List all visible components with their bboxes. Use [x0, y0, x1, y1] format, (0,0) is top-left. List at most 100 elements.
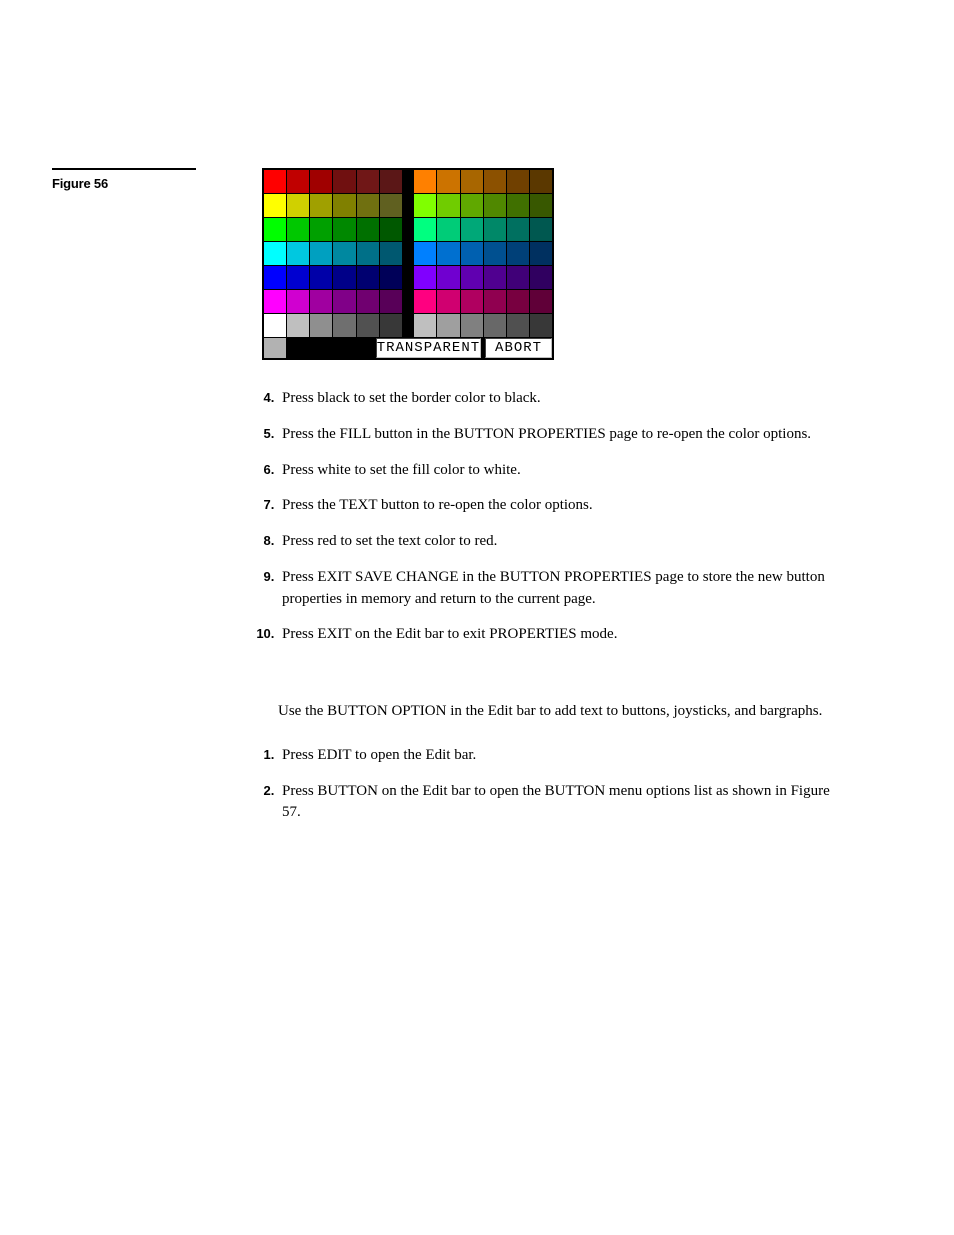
color-swatch[interactable] [461, 218, 484, 242]
abort-button[interactable]: ABORT [485, 338, 552, 358]
palette-corner-swatch[interactable] [264, 338, 287, 358]
color-swatch[interactable] [357, 194, 380, 218]
transparent-button[interactable]: TRANSPARENT [376, 338, 481, 358]
color-swatch[interactable] [507, 314, 530, 338]
color-swatch[interactable] [264, 314, 287, 338]
step-text: Press black to set the border color to b… [282, 390, 541, 406]
step-item: Press BUTTON on the Edit bar to open the… [278, 781, 848, 825]
color-swatch[interactable] [437, 290, 460, 314]
color-swatch[interactable] [264, 170, 287, 194]
color-swatch[interactable] [530, 290, 552, 314]
color-swatch[interactable] [264, 290, 287, 314]
color-swatch[interactable] [507, 242, 530, 266]
step-text: Press BUTTON on the Edit bar to open the… [282, 783, 830, 821]
color-swatch[interactable] [310, 242, 333, 266]
color-swatch[interactable] [414, 314, 437, 338]
color-swatch[interactable] [333, 170, 356, 194]
color-swatch[interactable] [310, 266, 333, 290]
color-swatch[interactable] [484, 170, 507, 194]
color-swatch[interactable] [437, 194, 460, 218]
color-swatch[interactable] [437, 218, 460, 242]
palette-gap [403, 266, 415, 289]
color-swatch[interactable] [414, 266, 437, 290]
color-swatch[interactable] [333, 266, 356, 290]
color-swatch[interactable] [530, 194, 552, 218]
color-swatch[interactable] [310, 170, 333, 194]
color-swatch[interactable] [357, 218, 380, 242]
color-swatch[interactable] [357, 266, 380, 290]
color-swatch[interactable] [461, 194, 484, 218]
color-swatch[interactable] [310, 290, 333, 314]
color-swatch[interactable] [484, 314, 507, 338]
color-swatch[interactable] [507, 218, 530, 242]
color-swatch[interactable] [437, 170, 460, 194]
color-swatch[interactable] [357, 314, 380, 338]
color-swatch[interactable] [437, 266, 460, 290]
color-swatch[interactable] [357, 242, 380, 266]
color-swatch[interactable] [310, 218, 333, 242]
color-swatch[interactable] [287, 218, 310, 242]
color-swatch[interactable] [484, 290, 507, 314]
color-swatch[interactable] [414, 290, 437, 314]
color-swatch[interactable] [287, 170, 310, 194]
color-swatch[interactable] [380, 266, 403, 290]
color-swatch[interactable] [414, 170, 437, 194]
color-swatch[interactable] [530, 170, 552, 194]
color-swatch[interactable] [357, 170, 380, 194]
color-swatch[interactable] [461, 266, 484, 290]
color-swatch[interactable] [333, 242, 356, 266]
color-swatch[interactable] [530, 242, 552, 266]
color-swatch[interactable] [264, 242, 287, 266]
color-swatch[interactable] [287, 290, 310, 314]
color-swatch[interactable] [461, 290, 484, 314]
color-swatch[interactable] [484, 218, 507, 242]
color-swatch[interactable] [357, 290, 380, 314]
color-swatch[interactable] [437, 314, 460, 338]
step-text: Press red to set the text color to red. [282, 533, 497, 549]
palette-gap [403, 290, 415, 313]
color-swatch[interactable] [437, 242, 460, 266]
color-swatch[interactable] [333, 218, 356, 242]
color-swatch[interactable] [530, 266, 552, 290]
color-swatch[interactable] [287, 194, 310, 218]
color-swatch[interactable] [530, 314, 552, 338]
step-text: Press white to set the fill color to whi… [282, 462, 521, 478]
palette-row [264, 194, 552, 218]
palette-row [264, 266, 552, 290]
color-swatch[interactable] [414, 218, 437, 242]
color-swatch[interactable] [507, 266, 530, 290]
color-swatch[interactable] [333, 290, 356, 314]
color-swatch[interactable] [461, 242, 484, 266]
color-swatch[interactable] [507, 290, 530, 314]
color-swatch[interactable] [380, 218, 403, 242]
color-swatch[interactable] [310, 194, 333, 218]
color-swatch[interactable] [414, 194, 437, 218]
color-swatch[interactable] [484, 266, 507, 290]
color-swatch[interactable] [287, 266, 310, 290]
color-swatch[interactable] [264, 218, 287, 242]
color-swatch[interactable] [333, 314, 356, 338]
palette-row [264, 170, 552, 194]
color-swatch[interactable] [380, 170, 403, 194]
color-swatch[interactable] [333, 194, 356, 218]
color-swatch[interactable] [414, 242, 437, 266]
color-swatch[interactable] [380, 290, 403, 314]
color-swatch[interactable] [484, 242, 507, 266]
color-swatch[interactable] [264, 266, 287, 290]
color-swatch[interactable] [461, 314, 484, 338]
color-swatch[interactable] [264, 194, 287, 218]
step-text: Press the TEXT button to re-open the col… [282, 497, 593, 513]
figure-label: Figure 56 [52, 176, 108, 191]
color-swatch[interactable] [507, 194, 530, 218]
color-swatch[interactable] [380, 194, 403, 218]
color-swatch[interactable] [530, 218, 552, 242]
color-swatch[interactable] [484, 194, 507, 218]
step-item: Press red to set the text color to red. [278, 531, 848, 553]
color-swatch[interactable] [507, 170, 530, 194]
color-swatch[interactable] [461, 170, 484, 194]
color-swatch[interactable] [310, 314, 333, 338]
color-swatch[interactable] [380, 242, 403, 266]
color-swatch[interactable] [380, 314, 403, 338]
color-swatch[interactable] [287, 314, 310, 338]
color-swatch[interactable] [287, 242, 310, 266]
